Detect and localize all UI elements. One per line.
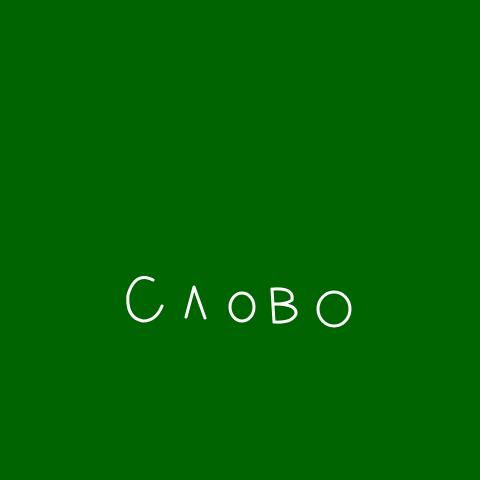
handwritten-line-2: [126, 276, 352, 328]
chalkboard-canvas: Word— СЛОВО: [0, 0, 480, 480]
stroke-letter-o-1: [228, 291, 256, 323]
stroke-letter-o-2: [316, 290, 352, 328]
stroke-letter-v: [270, 287, 298, 324]
stroke-letter-l: [184, 285, 207, 320]
stroke-letter-s: [126, 276, 164, 323]
